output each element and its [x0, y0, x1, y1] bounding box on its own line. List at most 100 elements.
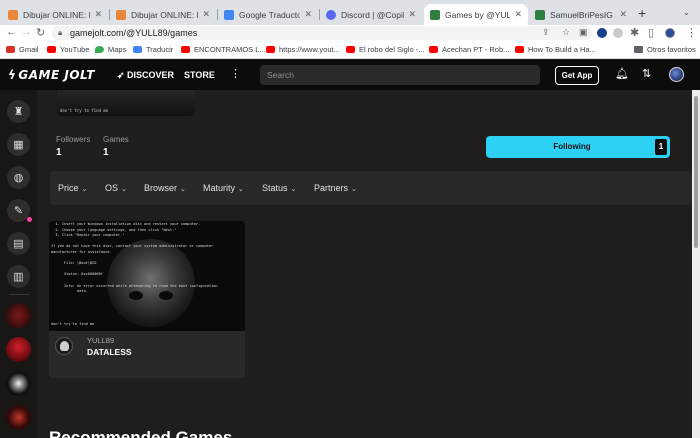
bookmark-youtube-video[interactable]: ENCONTRAMOS L... — [181, 45, 266, 54]
other-bookmarks-folder[interactable]: Otros favoritos — [634, 45, 696, 54]
logo-text: GAME JOLT — [18, 68, 95, 82]
gamejolt-logo[interactable]: ϟ GAME JOLT — [8, 68, 95, 82]
bookmark-label: Maps — [108, 45, 127, 54]
scrollbar-thumb[interactable] — [694, 96, 698, 248]
tab-search-chevron-icon[interactable]: ⌄ — [683, 8, 690, 17]
sidebar-chat-icon[interactable]: ▤ — [7, 232, 30, 255]
close-tab-icon[interactable]: ✕ — [304, 9, 312, 20]
filter-partners[interactable]: Partners ⌄ — [314, 183, 357, 193]
bookmark-maps[interactable]: Maps — [95, 45, 126, 54]
browser-tab[interactable]: Discord | @CopiluCuti ✕ — [320, 4, 422, 25]
youtube-icon — [429, 46, 438, 53]
get-app-button[interactable]: Get App — [555, 66, 599, 85]
sidebar-backpack-icon[interactable]: ◍ — [7, 166, 30, 189]
gamejolt-top-nav: ϟ GAME JOLT ➶ DISCOVER STORE ⋮ Search Get… — [0, 60, 700, 90]
browser-tab[interactable]: Google Traductor ✕ — [218, 4, 318, 25]
community-avatar[interactable] — [6, 405, 31, 430]
chevron-down-icon: ⌄ — [238, 186, 244, 193]
forward-arrow-icon[interactable]: → — [21, 26, 32, 38]
followers-label[interactable]: Followers — [56, 135, 90, 144]
tab-title: Games by @YULL89 — [445, 9, 511, 20]
paint-favicon-icon — [116, 9, 126, 20]
browser-tab-active[interactable]: Games by @YULL89 ✕ — [424, 4, 528, 25]
browser-tab[interactable]: Dibujar ONLINE: Paint ✕ — [110, 4, 216, 25]
extension-icon[interactable] — [597, 28, 607, 38]
side-panel-icon[interactable]: ▯ — [648, 26, 654, 39]
following-label: Following — [553, 142, 591, 151]
new-tab-button[interactable]: + — [638, 5, 646, 21]
developer-name[interactable]: YULL89 — [87, 336, 114, 345]
games-label[interactable]: Games — [103, 135, 129, 144]
filter-os[interactable]: OS ⌄ — [105, 183, 127, 193]
filter-maturity[interactable]: Maturity ⌄ — [203, 183, 244, 193]
more-menu-icon[interactable]: ⋮ — [230, 67, 241, 80]
sidebar-store-icon[interactable]: ▦ — [7, 133, 30, 156]
extension-puzzle-icon[interactable]: ▣ — [579, 27, 588, 38]
close-tab-icon[interactable]: ✕ — [94, 9, 102, 20]
store-link[interactable]: STORE — [184, 70, 215, 80]
extension-icon[interactable] — [613, 28, 623, 38]
share-icon[interactable]: ⇪ — [542, 27, 550, 38]
filter-price[interactable]: Price ⌄ — [58, 183, 87, 193]
followers-count[interactable]: 1 — [56, 147, 62, 158]
browser-menu-icon[interactable]: ⋮ — [686, 26, 697, 39]
address-bar[interactable]: 🔒︎ gamejolt.com/@YULL89/games ⇪ ☆ ▣ — [52, 26, 592, 40]
bookmark-traducir[interactable]: Traducir — [133, 45, 173, 54]
following-button[interactable]: Following 1 — [486, 136, 670, 158]
filter-label: OS — [105, 183, 119, 193]
tab-title: Dibujar ONLINE: Paint — [23, 9, 90, 20]
filter-browser[interactable]: Browser ⌄ — [144, 183, 186, 193]
thumbnail-error-text: 1. Insert your Windows installation disc… — [51, 222, 218, 294]
discord-favicon-icon — [326, 9, 336, 20]
back-arrow-icon[interactable]: ← — [6, 26, 17, 38]
developer-avatar[interactable] — [55, 337, 73, 355]
browser-toolbar: ← → ↻ 🔒︎ gamejolt.com/@YULL89/games ⇪ ☆ … — [0, 25, 700, 42]
filter-label: Browser — [144, 183, 178, 193]
close-tab-icon[interactable]: ✕ — [202, 9, 210, 20]
close-tab-icon[interactable]: ✕ — [408, 9, 416, 20]
reload-icon[interactable]: ↻ — [36, 26, 45, 39]
bookmark-youtube-video[interactable]: Acechan PT - Rob... — [429, 45, 509, 54]
games-count[interactable]: 1 — [103, 147, 109, 158]
maps-pin-icon — [95, 46, 104, 53]
notifications-bell-icon[interactable]: 🔔︎ — [615, 67, 629, 80]
bookmark-gmail[interactable]: Gmail — [6, 45, 39, 54]
bookmark-star-icon[interactable]: ☆ — [562, 27, 570, 38]
main-content: don't try to find me Followers 1 Games 1… — [37, 90, 692, 438]
paint-favicon-icon — [8, 9, 18, 20]
folder-icon — [634, 46, 643, 53]
bookmark-youtube-video[interactable]: How To Build a Ha... — [515, 45, 596, 54]
bookmark-youtube-video[interactable]: El robo del Siglo -... — [346, 45, 424, 54]
discover-link[interactable]: ➶ DISCOVER — [117, 70, 174, 81]
bookmark-label: YouTube — [60, 45, 90, 54]
recommended-games-heading: Recommended Games — [49, 428, 233, 438]
user-avatar[interactable] — [669, 67, 684, 82]
community-avatar[interactable] — [6, 337, 31, 362]
community-avatar[interactable] — [6, 371, 31, 396]
url-text[interactable]: gamejolt.com/@YULL89/games — [70, 28, 197, 38]
sidebar-library-icon[interactable]: ▥ — [7, 265, 30, 288]
close-tab-icon[interactable]: ✕ — [514, 9, 522, 20]
game-thumbnail[interactable]: 1. Insert your Windows installation disc… — [49, 221, 245, 331]
extensions-puzzle-icon[interactable]: ✱ — [630, 26, 639, 39]
sidebar-discover-icon[interactable]: ♜ — [7, 100, 30, 123]
game-card[interactable]: 1. Insert your Windows installation disc… — [49, 221, 245, 378]
browser-tab[interactable]: Dibujar ONLINE: Paint ✕ — [2, 4, 108, 25]
browser-tab[interactable]: SamuelBriPesIG (@Sa ✕ — [529, 4, 633, 25]
bookmark-youtube-url[interactable]: https://www.yout... — [266, 45, 340, 54]
profile-avatar-icon[interactable] — [665, 28, 675, 38]
filter-label: Maturity — [203, 183, 236, 193]
search-input[interactable]: Search — [260, 65, 540, 85]
bookmark-youtube[interactable]: YouTube — [47, 45, 89, 54]
notification-dot — [27, 217, 32, 222]
filter-bar: Price ⌄ OS ⌄ Browser ⌄ Maturity ⌄ Status ⌄ Pa… — [50, 171, 692, 205]
close-tab-icon[interactable]: ✕ — [619, 9, 627, 20]
tab-title: Dibujar ONLINE: Paint — [131, 9, 198, 20]
youtube-icon — [266, 46, 275, 53]
community-avatar[interactable] — [6, 303, 31, 328]
friends-icon[interactable]: ⇅ — [642, 67, 651, 80]
filter-status[interactable]: Status ⌄ — [262, 183, 296, 193]
lock-icon[interactable]: 🔒︎ — [58, 28, 62, 38]
youtube-icon — [181, 46, 190, 53]
game-title[interactable]: DATALESS — [87, 347, 132, 357]
